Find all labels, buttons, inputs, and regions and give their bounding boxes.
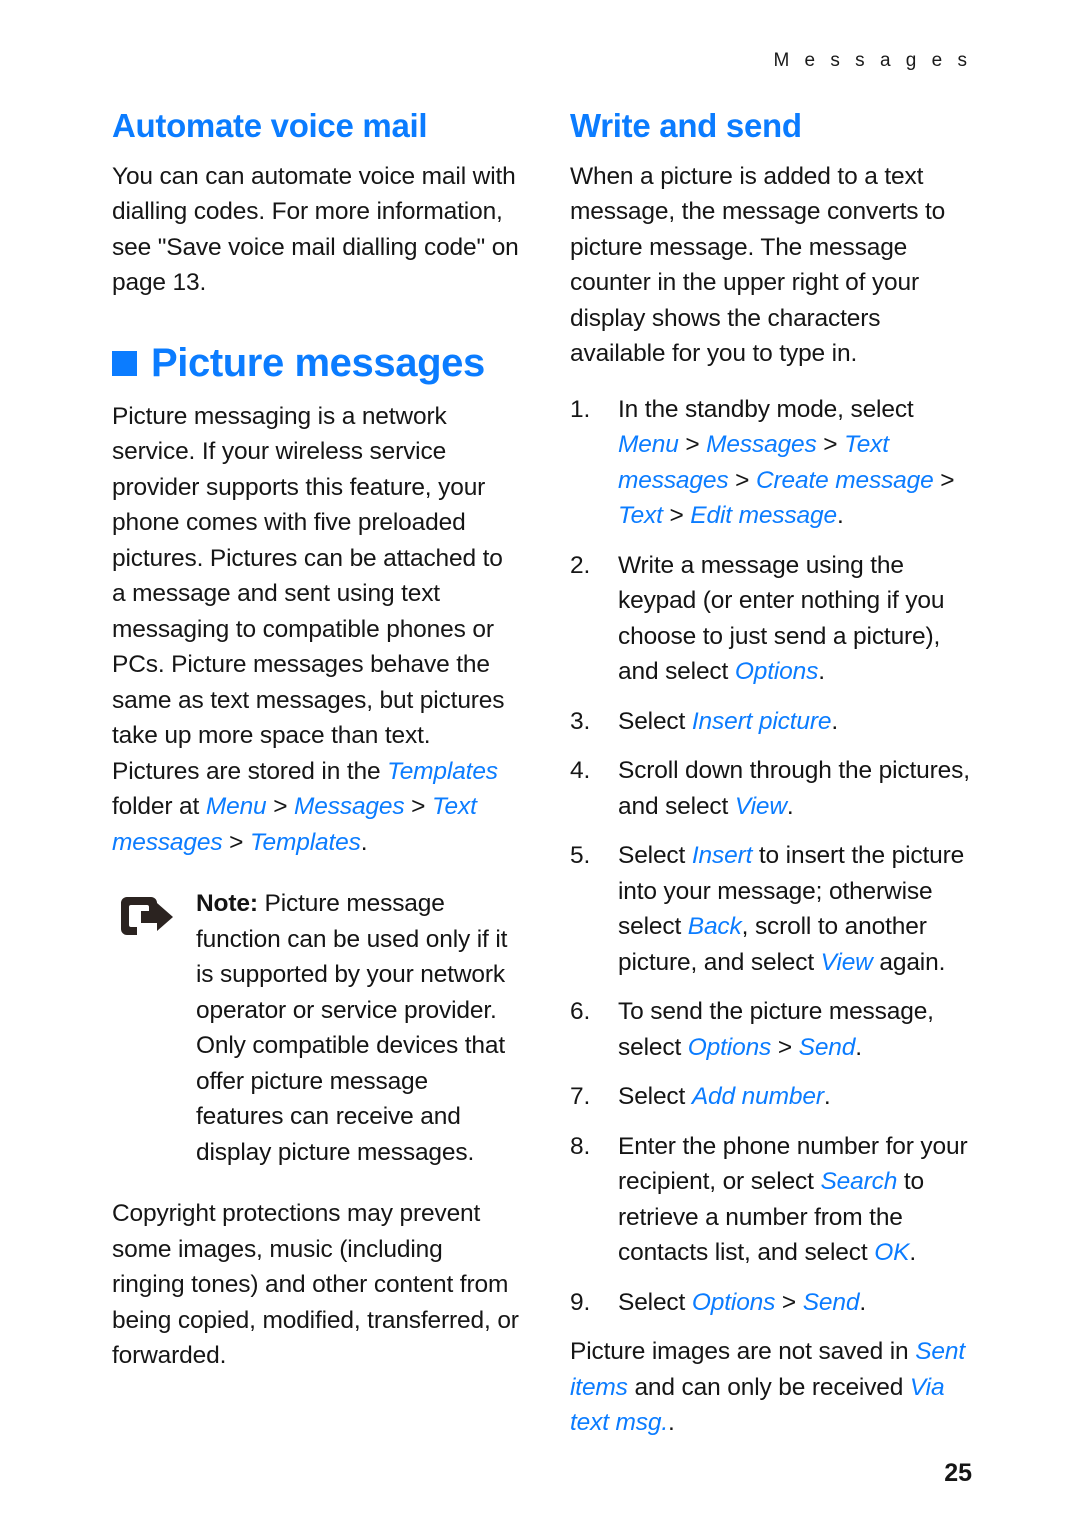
step-text-post: . — [859, 1288, 867, 1316]
note-arrow-icon — [112, 886, 196, 942]
ui-term-send: Send — [802, 1288, 860, 1316]
ui-term-send: Send — [798, 1033, 856, 1061]
paragraph-write-and-send-intro: When a picture is added to a text messag… — [570, 162, 946, 368]
step-number: 4. — [570, 757, 591, 785]
step-text-post: . — [836, 502, 844, 530]
step-item-1: 1. In the standby mode, select Menu > Mes… — [570, 392, 978, 534]
closing-text-mid: and can only be received — [627, 1373, 910, 1401]
ui-term-view-2: View — [820, 948, 873, 976]
ui-term-messages: Messages — [706, 431, 817, 459]
ui-term-search: Search — [820, 1168, 898, 1196]
step-item-8: 8. Enter the phone number for your recipi… — [570, 1129, 978, 1271]
right-column: Write and send When a picture is added t… — [570, 107, 978, 1461]
ui-term-templates-2: Templates — [249, 828, 361, 856]
ui-term-menu: Menu — [618, 431, 679, 459]
heading-automate-voice-mail: Automate voice mail — [112, 107, 428, 144]
step-text-post: . — [831, 707, 839, 735]
two-column-layout: Automate voice mail You can can automate… — [112, 107, 978, 1461]
step-text-post: . — [909, 1239, 916, 1267]
steps-list: 1. In the standby mode, select Menu > Mes… — [570, 392, 978, 1321]
path-separator: > — [662, 502, 691, 530]
step-text-pre: Select — [618, 842, 692, 870]
step-text-post: . — [818, 658, 825, 686]
paragraph-text-part-1: Picture messaging is a network service. … — [112, 402, 505, 785]
step-item-9: 9. Select Options > Send. — [570, 1285, 978, 1321]
note-label: Note: — [196, 890, 258, 918]
step-text-pre: Select — [618, 707, 692, 735]
path-separator: > — [771, 1033, 799, 1061]
note-block: Note: Picture message function can be us… — [112, 886, 520, 1170]
path-separator: > — [728, 466, 756, 494]
step-number: 2. — [570, 551, 591, 579]
step-number: 8. — [570, 1132, 591, 1160]
path-separator: > — [222, 828, 250, 856]
ui-term-add-number: Add number — [691, 1083, 824, 1111]
path-separator: > — [816, 431, 845, 459]
step-item-6: 6. To send the picture message, select Op… — [570, 994, 978, 1065]
step-item-7: 7. Select Add number. — [570, 1079, 978, 1115]
step-item-4: 4. Scroll down through the pictures, and … — [570, 753, 978, 824]
ui-term-back: Back — [687, 913, 742, 941]
ui-term-options: Options — [687, 1033, 772, 1061]
step-number: 1. — [570, 395, 591, 423]
paragraph-automate-voice-mail: You can can automate voice mail with dia… — [112, 162, 519, 297]
ui-term-edit-message: Edit message — [690, 502, 837, 530]
ui-term-menu: Menu — [205, 793, 267, 821]
step-item-3: 3. Select Insert picture. — [570, 704, 978, 740]
manual-page: M e s s a g e s Automate voice mail You … — [0, 0, 1080, 1530]
path-separator: > — [678, 431, 707, 459]
step-text-post: again. — [872, 948, 946, 976]
step-number: 9. — [570, 1288, 591, 1316]
step-number: 6. — [570, 998, 591, 1026]
note-arrow-icon-glyph — [121, 897, 173, 936]
path-separator: > — [266, 793, 295, 821]
paragraph-copyright-protections: Copyright protections may prevent some i… — [112, 1200, 519, 1370]
ui-term-view: View — [734, 792, 787, 820]
ui-term-options: Options — [691, 1288, 776, 1316]
step-text-pre: In the standby mode, select — [618, 395, 914, 423]
ui-term-templates: Templates — [387, 757, 498, 785]
step-text-pre: Scroll down through the pictures, and se… — [618, 757, 970, 820]
step-text-post: . — [786, 792, 794, 820]
square-bullet-icon — [112, 351, 137, 377]
closing-text-post: . — [668, 1409, 675, 1437]
ui-term-insert: Insert — [691, 842, 753, 870]
heading-write-and-send: Write and send — [570, 107, 802, 144]
step-text-pre: Select — [618, 1288, 692, 1316]
step-text-post: . — [855, 1033, 862, 1061]
closing-text-pre: Picture images are not saved in — [570, 1338, 916, 1366]
paragraph-text-end: . — [360, 828, 368, 856]
step-number: 3. — [570, 707, 591, 735]
path-separator: > — [775, 1288, 803, 1316]
heading-picture-messages: Picture messages — [112, 341, 520, 385]
step-number: 7. — [570, 1083, 591, 1111]
step-item-2: 2. Write a message using the keypad (or e… — [570, 548, 978, 690]
left-column: Automate voice mail You can can automate… — [112, 107, 520, 1461]
ui-term-insert-picture: Insert picture — [691, 707, 832, 735]
page-number: 25 — [944, 1459, 972, 1487]
path-separator: > — [933, 466, 955, 494]
step-item-5: 5. Select Insert to insert the picture in… — [570, 838, 978, 980]
step-text-post: . — [823, 1083, 831, 1111]
paragraph-picture-images-note: Picture images are not saved in Sent ite… — [570, 1334, 978, 1441]
step-number: 5. — [570, 842, 591, 870]
step-text-pre: Select — [618, 1083, 692, 1111]
ui-term-text: Text — [618, 502, 663, 530]
ui-term-options: Options — [734, 658, 819, 686]
running-header: M e s s a g e s — [773, 50, 972, 71]
heading-picture-messages-label: Picture messages — [151, 340, 485, 385]
path-separator: > — [404, 793, 432, 821]
ui-term-messages: Messages — [294, 793, 405, 821]
ui-term-create-message: Create message — [755, 466, 934, 494]
note-body-text: Picture message function can be used onl… — [196, 890, 508, 1166]
paragraph-text-part-2: folder at — [112, 793, 206, 821]
ui-term-ok: OK — [874, 1239, 910, 1267]
note-text: Note: Picture message function can be us… — [196, 886, 520, 1170]
paragraph-picture-messaging-intro: Picture messaging is a network service. … — [112, 399, 520, 861]
